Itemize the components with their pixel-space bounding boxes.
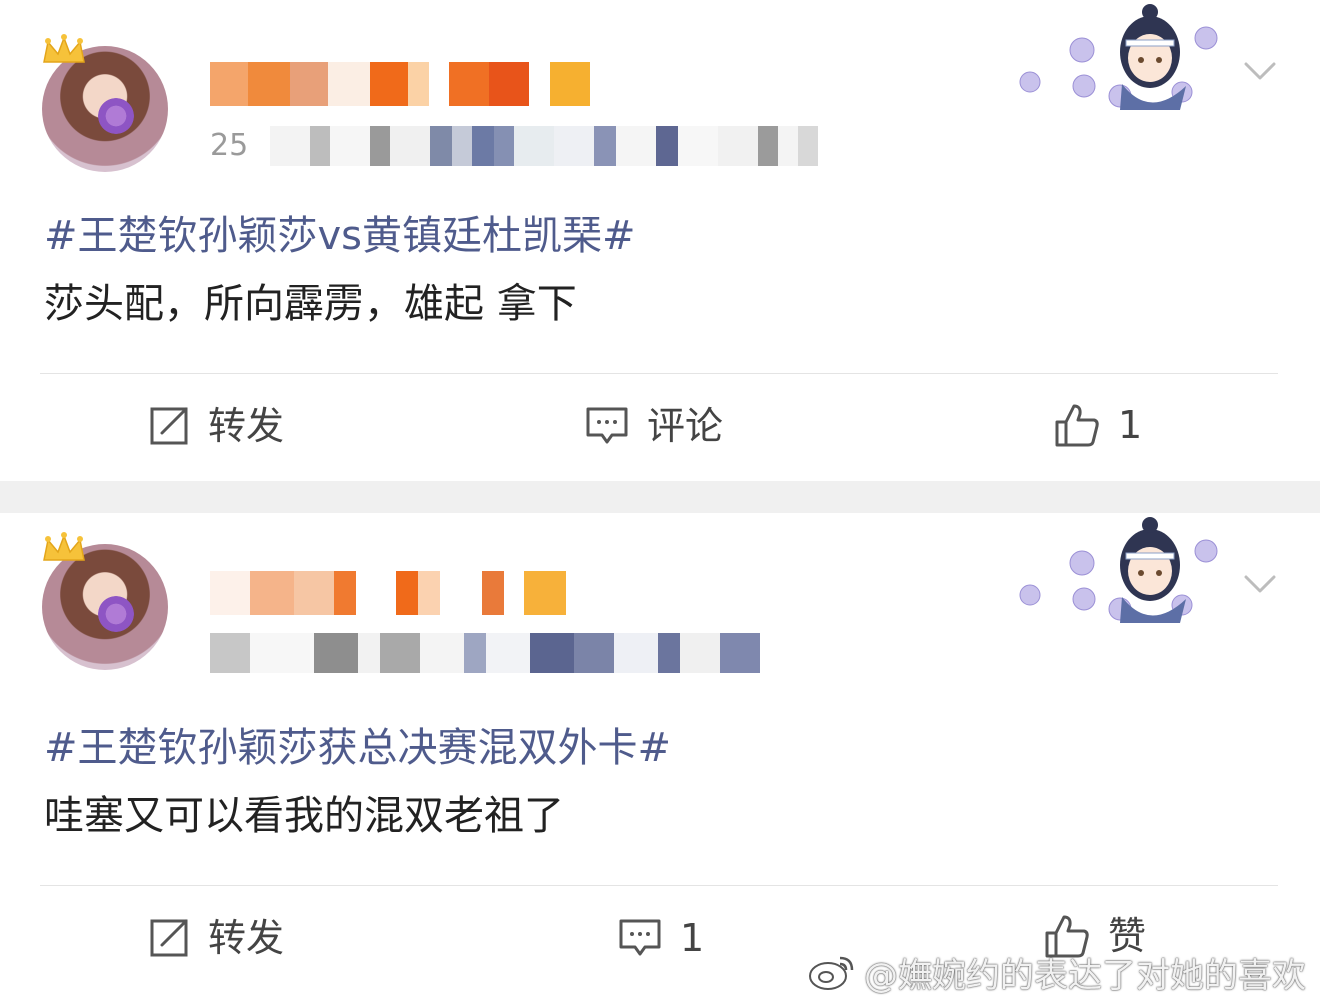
post-card: #王楚钦孙颖莎获总决赛混双外卡# 哇塞又可以看我的混双老祖了 转发 1 赞 [0,513,1320,1003]
username-blurred[interactable] [210,62,591,106]
topic-hashtag[interactable]: #王楚钦孙颖莎vs黄镇廷杜凯琹# [44,208,636,264]
divider [40,373,1278,374]
thumbs-up-icon [1055,404,1099,447]
avatar[interactable] [40,32,170,172]
decoration-sticker [1019,4,1218,110]
chevron-down-icon[interactable] [1240,56,1280,86]
comment-button[interactable]: 评论 [585,401,723,451]
post-separator [0,481,1320,513]
divider [40,885,1278,886]
like-button[interactable]: 1 [1054,400,1142,450]
repost-label: 转发 [208,404,285,448]
comment-icon [586,407,628,444]
weibo-logo-icon [809,956,854,990]
post-text: 哇塞又可以看我的混双老祖了 [44,793,564,839]
repost-button[interactable]: 转发 [148,401,284,451]
repost-button[interactable]: 转发 [148,913,284,963]
chevron-down-icon[interactable] [1240,569,1280,599]
username-blurred[interactable] [210,571,590,615]
post-meta-blurred [210,633,910,673]
repost-icon [150,919,188,957]
watermark-text: @嫵婉约的表达了对她的喜欢 [864,955,1306,996]
like-label: 1 [1118,403,1143,447]
decoration-sticker [1019,517,1218,623]
watermark: @嫵婉约的表达了对她的喜欢 [808,942,1306,1002]
post-card: 25 #王楚钦孙颖莎vs黄镇廷杜凯琹# 莎头配，所向霹雳，雄起 拿下 转发 评论… [0,0,1320,481]
avatar[interactable] [40,530,170,670]
crown-icon [43,532,85,561]
meta-timestamp-fragment: 25 [210,128,249,163]
topic-hashtag[interactable]: #王楚钦孙颖莎获总决赛混双外卡# [44,720,671,776]
comment-count: 1 [680,916,705,960]
comment-label: 评论 [647,404,724,448]
post-text: 莎头配，所向霹雳，雄起 拿下 [44,281,577,327]
post-meta-blurred: 25 [210,126,910,166]
comment-button[interactable]: 1 [618,913,704,963]
comment-icon [619,919,661,956]
repost-label: 转发 [208,916,285,960]
crown-icon [43,34,85,63]
repost-icon [150,407,188,445]
